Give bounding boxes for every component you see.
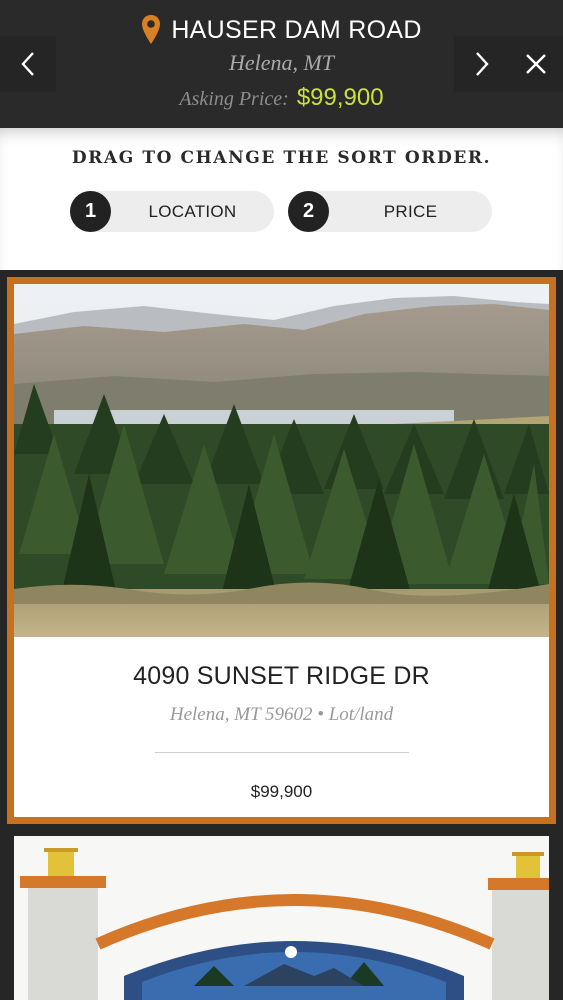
asking-price-label: Asking Price: [179, 88, 289, 110]
listing-card-body: 4090 SUNSET RIDGE DR Helena, MT 59602 • … [14, 284, 549, 817]
sort-item-location[interactable]: 1 LOCATION [70, 191, 274, 232]
sort-rank-badge: 1 [70, 191, 111, 232]
close-button[interactable] [508, 36, 563, 92]
listing-address: 4090 SUNSET RIDGE DR [133, 662, 430, 690]
divider [155, 752, 409, 753]
chevron-right-icon [476, 52, 489, 76]
asking-price-value: $99,900 [296, 84, 384, 111]
sort-panel: DRAG TO CHANGE THE SORT ORDER. 1 LOCATIO… [0, 128, 563, 270]
sort-instructions: DRAG TO CHANGE THE SORT ORDER. [71, 148, 492, 168]
listing-photo [14, 284, 549, 637]
sort-item-label: LOCATION [148, 201, 237, 221]
close-icon [526, 54, 546, 74]
map-pin-icon [142, 15, 161, 44]
listing-price: $99,900 [250, 782, 313, 801]
sort-rank-badge: 2 [288, 191, 329, 232]
listing-card[interactable] [14, 836, 549, 1000]
listing-meta: Helena, MT 59602 • Lot/land [169, 704, 394, 725]
listing-card-selected[interactable]: 4090 SUNSET RIDGE DR Helena, MT 59602 • … [7, 277, 556, 824]
property-title: HAUSER DAM ROAD [171, 15, 422, 44]
listing-photo [14, 836, 549, 1000]
app-header: HAUSER DAM ROAD Helena, MT Asking Price:… [0, 0, 563, 128]
sort-item-price[interactable]: 2 PRICE [288, 191, 492, 232]
next-button[interactable] [454, 36, 510, 92]
sort-item-label: PRICE [383, 201, 438, 221]
